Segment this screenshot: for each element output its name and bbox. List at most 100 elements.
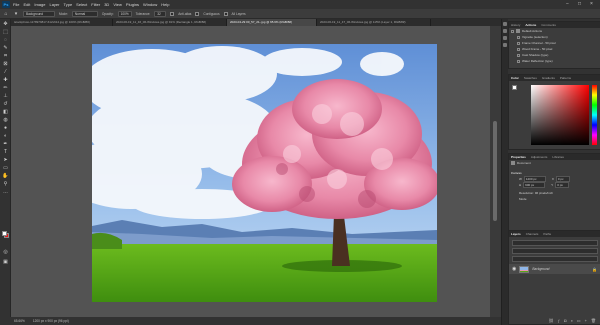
quick-mask-icon[interactable]: ◎ <box>2 249 9 255</box>
menu-type[interactable]: Type <box>64 2 73 7</box>
crop-tool-icon[interactable]: ⌗ <box>2 53 9 59</box>
tab-swatches[interactable]: Swatches <box>524 76 537 80</box>
tab-adjustments[interactable]: Adjustments <box>531 155 548 159</box>
action-checkbox[interactable] <box>517 35 520 39</box>
tab-comments[interactable]: Comments <box>541 23 556 27</box>
all-layers-checkbox[interactable] <box>223 11 228 16</box>
comments-icon[interactable] <box>503 36 507 40</box>
vertical-scrollbar-thumb[interactable] <box>493 121 497 221</box>
minimize-button[interactable]: − <box>566 1 569 7</box>
marquee-tool-icon[interactable]: ⬚ <box>2 29 9 35</box>
layer-style-icon[interactable]: ƒ <box>558 318 560 324</box>
tab-actions[interactable]: Actions <box>525 23 536 27</box>
path-selection-tool-icon[interactable]: ➤ <box>2 157 9 163</box>
menu-plugins[interactable]: Plugins <box>126 2 139 7</box>
dodge-tool-icon[interactable]: ◐ <box>2 133 9 139</box>
tool-preset-dropdown[interactable]: Background <box>23 10 55 17</box>
tab-channels[interactable]: Channels <box>526 232 539 236</box>
menu-filter[interactable]: Filter <box>91 2 100 7</box>
lasso-tool-icon[interactable]: ◌ <box>2 37 9 43</box>
menu-edit[interactable]: Edit <box>23 2 30 7</box>
home-icon[interactable]: ⌂ <box>3 11 9 17</box>
y-input[interactable]: 0 px <box>555 182 570 188</box>
hue-slider[interactable] <box>592 85 597 145</box>
eraser-tool-icon[interactable]: ◧ <box>2 109 9 115</box>
layer-name[interactable]: Background <box>532 267 549 271</box>
tab-document-2[interactable]: 2023-06-19_11_46_06-Windows.jpg @ 91% (R… <box>113 19 227 26</box>
hand-tool-icon[interactable]: ✋ <box>2 173 9 179</box>
mode-dropdown[interactable]: Normal <box>71 10 98 17</box>
tab-patterns[interactable]: Patterns <box>560 76 571 80</box>
menu-layer[interactable]: Layer <box>49 2 59 7</box>
action-checkbox[interactable] <box>517 59 520 63</box>
link-layers-icon[interactable]: ⛓ <box>549 318 554 324</box>
maximize-button[interactable]: □ <box>578 1 581 7</box>
opacity-input[interactable]: 100% <box>117 10 132 17</box>
fill-tool-icon[interactable]: ▾ <box>13 11 19 17</box>
frame-tool-icon[interactable]: ⊠ <box>2 61 9 67</box>
document-canvas[interactable] <box>92 44 437 302</box>
vertical-scrollbar[interactable] <box>490 26 501 317</box>
menu-file[interactable]: File <box>13 2 19 7</box>
tab-gradients[interactable]: Gradients <box>542 76 555 80</box>
more-tools-icon[interactable]: … <box>2 189 9 195</box>
tab-layers[interactable]: Layers <box>511 232 521 236</box>
zoom-tool-icon[interactable]: ⚲ <box>2 181 9 187</box>
menu-select[interactable]: Select <box>76 2 87 7</box>
actions-icon[interactable] <box>503 29 507 33</box>
blur-tool-icon[interactable]: ● <box>2 125 9 131</box>
panel-fg-swatch[interactable] <box>512 85 517 90</box>
history-brush-tool-icon[interactable]: ↺ <box>2 101 9 107</box>
document-size: 1200 px x 900 px (96 ppi) <box>32 319 69 323</box>
layer-row[interactable]: ◉ Background 🔒 <box>509 264 600 274</box>
rectangle-tool-icon[interactable]: ▭ <box>2 165 9 171</box>
brush-tool-icon[interactable]: ✏ <box>2 85 9 91</box>
tab-history[interactable]: History <box>511 23 520 27</box>
adjustment-layer-icon[interactable]: ◑ <box>570 318 572 324</box>
contiguous-checkbox[interactable] <box>195 11 200 16</box>
history-icon[interactable] <box>503 22 507 26</box>
add-mask-icon[interactable]: ◘ <box>564 318 566 324</box>
paint-bucket-tool-icon[interactable]: ◍ <box>2 117 9 123</box>
new-layer-icon[interactable]: + <box>585 318 587 324</box>
pen-tool-icon[interactable]: ✒ <box>2 141 9 147</box>
action-checkbox[interactable] <box>517 53 520 57</box>
foreground-color-swatch[interactable] <box>2 231 7 236</box>
visibility-eye-icon[interactable]: ◉ <box>512 266 516 272</box>
type-tool-icon[interactable]: T <box>2 149 9 155</box>
layer-filter-bar[interactable] <box>512 240 598 246</box>
tab-document-4[interactable]: 2023-06-19_11_47_06-Windows.jpg @ 115% (… <box>317 19 431 26</box>
glyphs-icon[interactable] <box>503 43 507 47</box>
tolerance-input[interactable]: 32 <box>154 10 167 17</box>
healing-brush-tool-icon[interactable]: ✚ <box>2 77 9 83</box>
eyedropper-tool-icon[interactable]: ⁄ <box>2 69 9 75</box>
close-button[interactable]: × <box>590 1 593 7</box>
action-row[interactable]: Water Reflection (type) <box>509 58 600 64</box>
action-checkbox[interactable] <box>511 29 514 33</box>
tab-libraries[interactable]: Libraries <box>552 155 564 159</box>
menu-view[interactable]: View <box>113 2 122 7</box>
screen-mode-icon[interactable]: ▣ <box>2 259 9 265</box>
blend-mode-bar[interactable] <box>512 248 598 254</box>
tab-color[interactable]: Color <box>511 76 519 80</box>
quick-select-tool-icon[interactable]: ✎ <box>2 45 9 51</box>
move-tool-icon[interactable]: ✥ <box>2 21 9 27</box>
tab-document-3-active[interactable]: 2023-04-29 00_57_21-.jpg @ 65.6% (RGB/8#… <box>227 19 317 26</box>
menu-help[interactable]: Help <box>161 2 169 7</box>
action-checkbox[interactable] <box>517 47 520 51</box>
tab-paths[interactable]: Paths <box>543 232 551 236</box>
new-group-icon[interactable]: ▭ <box>577 318 581 324</box>
delete-layer-icon[interactable]: 🗑 <box>591 318 596 324</box>
height-input[interactable]: 900 px <box>523 182 546 188</box>
anti-alias-checkbox[interactable] <box>170 11 175 16</box>
menu-3d[interactable]: 3D <box>104 2 109 7</box>
clone-stamp-tool-icon[interactable]: ⊥ <box>2 93 9 99</box>
lock-options-bar[interactable] <box>512 256 598 262</box>
menu-image[interactable]: Image <box>34 2 45 7</box>
action-checkbox[interactable] <box>517 41 520 45</box>
zoom-level[interactable]: 65.66% <box>14 319 25 323</box>
tab-properties[interactable]: Properties <box>511 155 526 159</box>
tab-document-1[interactable]: istockphoto-1178979817-612x612.jpg @ 100… <box>11 19 113 26</box>
menu-window[interactable]: Window <box>143 2 157 7</box>
color-field[interactable] <box>531 85 589 145</box>
